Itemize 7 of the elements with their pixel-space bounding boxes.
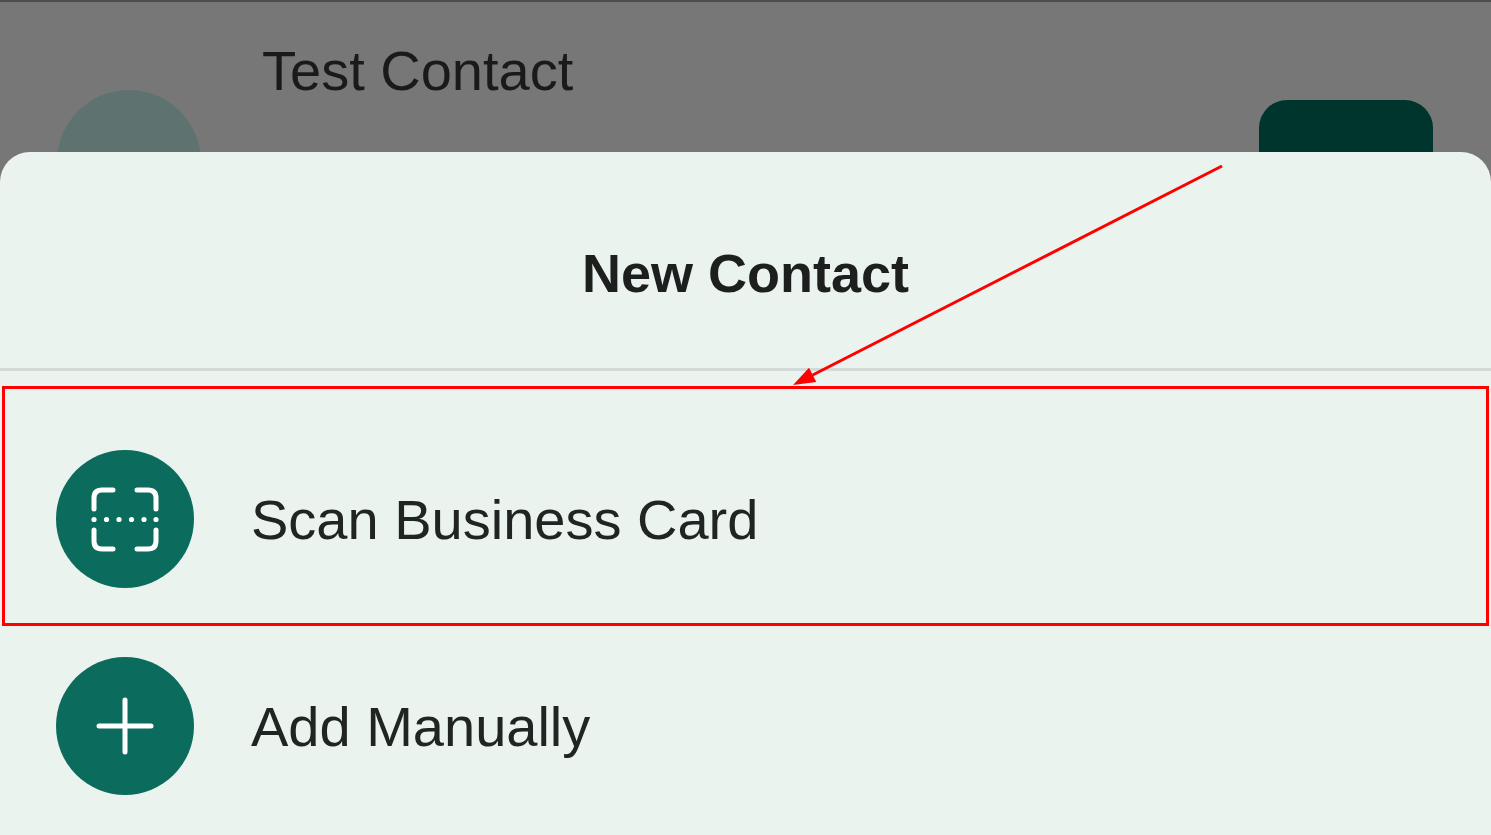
menu-option[interactable]: Scan Business Card: [5, 419, 1486, 619]
contact-name: Test Contact: [262, 38, 574, 104]
sheet-title: New Contact: [581, 242, 909, 304]
menu-option[interactable]: Add Manually: [5, 626, 1486, 826]
plus-icon: [56, 657, 194, 795]
scan-frame-icon: [56, 450, 194, 588]
action-button[interactable]: [1259, 100, 1433, 152]
